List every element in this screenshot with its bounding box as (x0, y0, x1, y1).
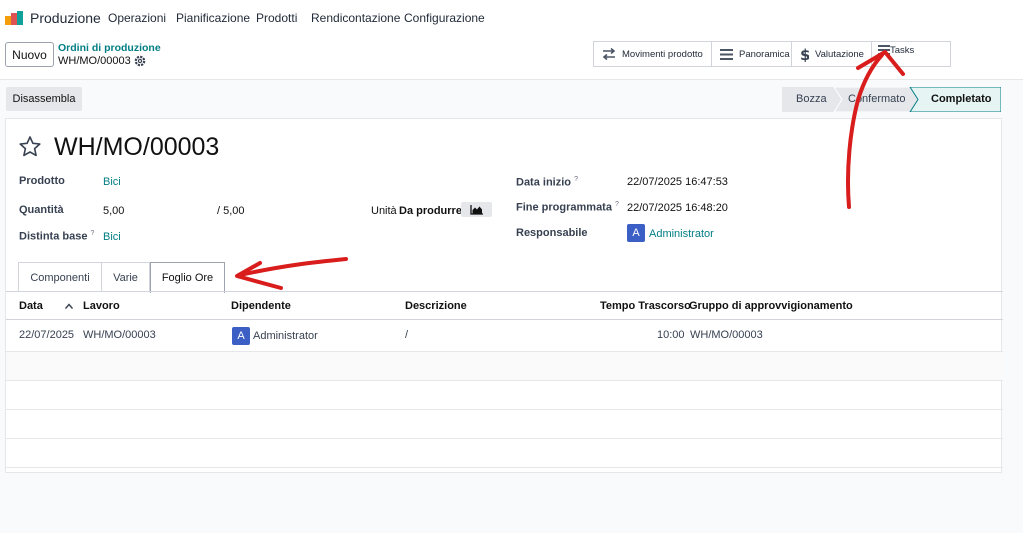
start-date-label: Data inizio ? (516, 176, 578, 189)
row-time: 10:00 (657, 329, 685, 341)
svg-text:$: $ (800, 47, 809, 62)
col-tempo-trascorso[interactable]: Tempo Trascorso (600, 300, 691, 312)
timesheet-header: Data Lavoro Dipendente Descrizione Tempo… (6, 292, 1003, 320)
end-date-help-icon[interactable]: ? (615, 201, 619, 208)
tasks-label: Tasks (890, 45, 915, 56)
app-name[interactable]: Produzione (30, 10, 101, 26)
quantity-label: Quantità (19, 204, 64, 216)
end-date-label: Fine programmata ? (516, 201, 619, 214)
overview-label: Panoramica (739, 48, 790, 60)
col-gruppo[interactable]: Gruppo di approvvigionamento (689, 300, 853, 312)
disassemble-button[interactable]: Disassembla (6, 87, 82, 111)
tab-varie[interactable]: Varie (102, 262, 150, 292)
empty-row (6, 352, 1003, 381)
empty-row (6, 439, 1003, 468)
product-value[interactable]: Bici (103, 176, 121, 188)
breadcrumb-current: WH/MO/00003 (58, 55, 131, 67)
transfer-icon (602, 48, 616, 60)
avatar: A (232, 327, 250, 345)
product-label: Prodotto (19, 175, 65, 187)
smart-buttons: Movimenti prodotto Panoramica $ Valutazi… (593, 41, 951, 67)
tab-componenti[interactable]: Componenti (18, 262, 102, 292)
end-date-value[interactable]: 22/07/2025 16:48:20 (627, 202, 728, 214)
app-logo-icon[interactable] (5, 11, 23, 25)
col-descrizione[interactable]: Descrizione (405, 300, 467, 312)
row-employee: Administrator (253, 330, 318, 342)
start-date-help-icon[interactable]: ? (574, 176, 578, 183)
movements-smart-button[interactable]: Movimenti prodotto (594, 42, 712, 66)
form-sheet: WH/MO/00003 Prodotto Bici Quantità 5,00 … (5, 118, 1003, 473)
empty-row (6, 410, 1003, 439)
empty-row (6, 381, 1003, 410)
record-title: WH/MO/00003 (54, 133, 220, 161)
menu-configurazione[interactable]: Configurazione (404, 11, 485, 25)
list-icon (720, 48, 733, 60)
valuation-smart-button[interactable]: $ Valutazione (792, 42, 872, 66)
tasks-smart-button[interactable]: Tasks (872, 42, 950, 66)
menu-pianificazione[interactable]: Pianificazione (176, 11, 250, 25)
breadcrumb-parent[interactable]: Ordini di produzione (58, 42, 161, 54)
sort-up-icon[interactable] (65, 303, 73, 309)
row-description: / (405, 329, 409, 341)
top-navbar: Produzione Operazioni Pianificazione Pro… (0, 0, 1023, 36)
row-date: 22/07/2025 (19, 329, 75, 341)
bom-label: Distinta base ? (19, 230, 94, 243)
bom-value[interactable]: Bici (103, 231, 121, 243)
start-date-label-text: Data inizio (516, 176, 572, 189)
unit-label: Unità (371, 205, 397, 217)
col-lavoro[interactable]: Lavoro (83, 300, 120, 312)
action-bar: Disassembla Bozza Confermato Completato (0, 80, 1023, 116)
responsible-value[interactable]: Administrator (649, 228, 714, 240)
bom-label-text: Distinta base (19, 230, 88, 243)
movements-label: Movimenti prodotto (622, 48, 703, 60)
unit-value: Da produrre (399, 205, 462, 217)
area-chart-icon (470, 205, 483, 215)
dollar-icon: $ (800, 47, 809, 62)
new-button[interactable]: Nuovo (5, 42, 54, 67)
status-bar: Bozza Confermato Completato (782, 87, 1001, 112)
menu-rendicontazione[interactable]: Rendicontazione (311, 11, 400, 25)
valuation-label: Valutazione (815, 48, 864, 60)
quantity-value[interactable]: 5,00 (103, 205, 124, 217)
col-data[interactable]: Data (19, 300, 43, 312)
bom-help-icon[interactable]: ? (91, 230, 95, 237)
overview-smart-button[interactable]: Panoramica (712, 42, 792, 66)
row-work: WH/MO/00003 (83, 329, 156, 341)
start-date-value[interactable]: 22/07/2025 16:47:53 (627, 176, 728, 188)
star-icon[interactable] (18, 135, 42, 159)
status-step-draft[interactable]: Bozza (796, 93, 827, 105)
tab-foglio-ore[interactable]: Foglio Ore (150, 262, 225, 293)
end-date-label-text: Fine programmata (516, 201, 612, 214)
avatar: A (627, 224, 645, 242)
status-step-confirmed[interactable]: Confermato (848, 93, 905, 105)
chart-button[interactable] (461, 202, 492, 217)
control-panel: Nuovo Ordini di produzione WH/MO/00003 M… (0, 36, 1023, 80)
list-icon (878, 45, 890, 55)
menu-prodotti[interactable]: Prodotti (256, 11, 297, 25)
menu-operazioni[interactable]: Operazioni (108, 11, 166, 25)
table-row[interactable]: 22/07/2025 WH/MO/00003 A Administrator /… (6, 320, 1003, 352)
quantity-total: / 5,00 (217, 205, 245, 217)
row-group: WH/MO/00003 (690, 329, 763, 341)
responsible-label: Responsabile (516, 227, 588, 239)
gear-icon[interactable] (134, 55, 146, 67)
col-dipendente[interactable]: Dipendente (231, 300, 291, 312)
status-step-done[interactable]: Completato (931, 93, 992, 105)
